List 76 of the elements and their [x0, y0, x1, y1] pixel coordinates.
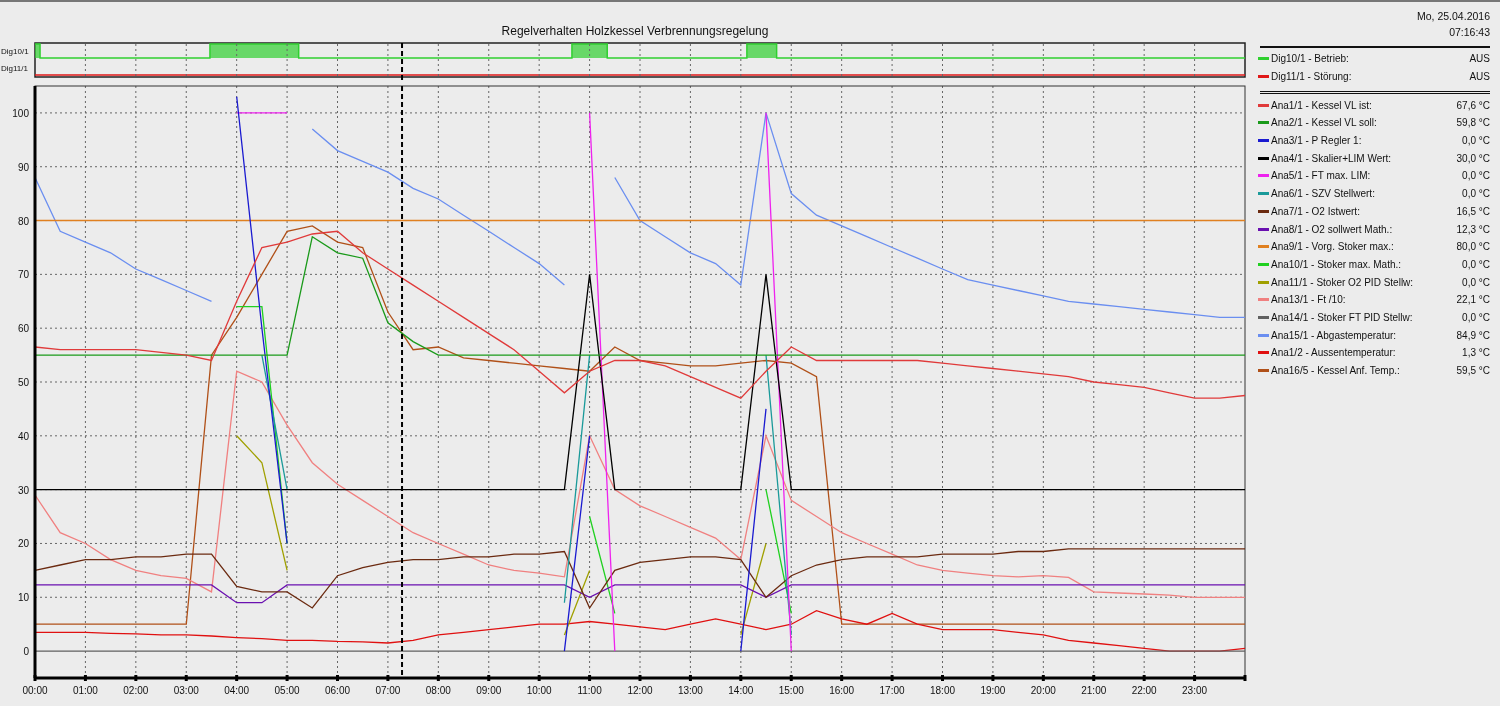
axis-tick-label: 16:00 — [829, 685, 855, 696]
legend-value: 0,0 °C — [1462, 188, 1490, 200]
legend-value: 59,5 °C — [1456, 365, 1490, 377]
axis-tick-label: 22:00 — [1131, 685, 1157, 696]
axis-tick-label: 18:00 — [930, 685, 955, 696]
axis-tick-label: 13:00 — [677, 685, 703, 696]
axis-tick-label: 04:00 — [224, 685, 250, 696]
axis-tick-label: 07:00 — [375, 685, 401, 696]
legend-label: Ana3/1 - P Regler 1: — [1271, 135, 1363, 147]
axis-tick-label: 01:00 — [72, 685, 98, 696]
legend-value: 67,6 °C — [1456, 99, 1490, 111]
axis-tick-label: 12:00 — [627, 685, 653, 696]
axis-tick-label: 06:00 — [325, 685, 350, 696]
axis-tick-label: 09:00 — [476, 685, 502, 696]
legend-value: AUS — [1469, 53, 1490, 65]
date-label: Mo, 25.04.2016 — [1417, 10, 1490, 24]
axis-tick-label: 17:00 — [879, 685, 905, 696]
axis-tick-label: 23:00 — [1182, 685, 1208, 696]
legend-value: 30,0 °C — [1456, 152, 1490, 164]
axis-tick-label: 50 — [17, 377, 29, 388]
time-label: 07:16:43 — [1449, 26, 1490, 40]
legend-value: AUS — [1469, 71, 1490, 83]
legend-value: 0,0 °C — [1462, 276, 1490, 288]
axis-tick-label: 30 — [17, 484, 29, 496]
legend-label: Ana10/1 - Stoker max. Math.: — [1271, 258, 1403, 270]
axis-tick-label: 03:00 — [173, 685, 199, 696]
axis-tick-label: 08:00 — [425, 685, 451, 696]
axis-tick-label: 14:00 — [728, 685, 754, 696]
legend-value: 22,1 °C — [1456, 294, 1490, 306]
axis-tick-label: 100 — [12, 107, 29, 119]
track-label: Dig11/1 — [1, 64, 28, 73]
legend-label: Ana8/1 - O2 sollwert Math.: — [1271, 223, 1394, 235]
axis-tick-label: 11:00 — [577, 685, 602, 696]
axis-tick-label: 90 — [17, 161, 29, 173]
legend-label: Ana7/1 - O2 Istwert: — [1271, 205, 1361, 217]
legend-value: 1,3 °C — [1462, 347, 1490, 359]
legend-label: Ana16/5 - Kessel Anf. Temp.: — [1271, 365, 1401, 377]
axis-tick-label: 60 — [17, 323, 29, 335]
legend-label: Ana15/1 - Abgastemperatur: — [1271, 329, 1398, 341]
legend-label: Ana14/1 - Stoker FT PID Stellw: — [1271, 311, 1414, 323]
axis-tick-label: 10:00 — [526, 685, 552, 696]
legend-label: Ana13/1 - Ft /10: — [1271, 294, 1347, 306]
legend-label: Ana1/2 - Aussentemperatur: — [1271, 347, 1397, 359]
axis-tick-label: 21:00 — [1081, 685, 1107, 696]
chart-title: Regelverhalten Holzkessel Verbrennungsregelung — [501, 24, 769, 38]
track-label: Dig10/1 — [1, 47, 29, 56]
axis-tick-label: 00:00 — [22, 685, 48, 696]
legend-value: 59,8 °C — [1456, 117, 1490, 129]
legend-value: 0,0 °C — [1462, 258, 1490, 270]
legend-label: Ana11/1 - Stoker O2 PID Stellw: — [1271, 276, 1415, 288]
legend-label: Ana9/1 - Vorg. Stoker max.: — [1271, 241, 1395, 253]
legend-value: 16,5 °C — [1456, 205, 1490, 217]
axis-tick-label: 0 — [23, 646, 29, 658]
axis-tick-label: 05:00 — [274, 685, 300, 696]
axis-tick-label: 20:00 — [1030, 685, 1056, 696]
axis-tick-label: 20 — [17, 538, 29, 550]
axis-tick-label: 15:00 — [778, 685, 804, 696]
axis-tick-label: 80 — [17, 215, 29, 227]
legend-label: Dig10/1 - Betrieb: — [1271, 53, 1350, 65]
axis-tick-label: 10 — [17, 592, 29, 604]
legend-label: Ana4/1 - Skalier+LIM Wert: — [1271, 152, 1393, 164]
legend-label: Ana5/1 - FT max. LIM: — [1271, 170, 1372, 182]
legend-label: Ana2/1 - Kessel VL soll: — [1271, 117, 1378, 129]
legend-value: 12,3 °C — [1456, 223, 1490, 235]
legend-label: Ana6/1 - SZV Stellwert: — [1271, 188, 1376, 200]
axis-tick-label: 70 — [17, 269, 29, 281]
legend-value: 0,0 °C — [1462, 135, 1490, 147]
legend-value: 80,0 °C — [1456, 241, 1490, 253]
legend-label: Dig11/1 - Störung: — [1271, 71, 1353, 83]
legend-value: 0,0 °C — [1462, 170, 1490, 182]
axis-tick-label: 19:00 — [980, 685, 1006, 696]
legend-value: 84,9 °C — [1456, 329, 1490, 341]
legend-label: Ana1/1 - Kessel VL ist: — [1271, 99, 1373, 111]
legend-value: 0,0 °C — [1462, 311, 1490, 323]
axis-tick-label: 40 — [17, 430, 29, 442]
axis-tick-label: 02:00 — [123, 685, 149, 696]
